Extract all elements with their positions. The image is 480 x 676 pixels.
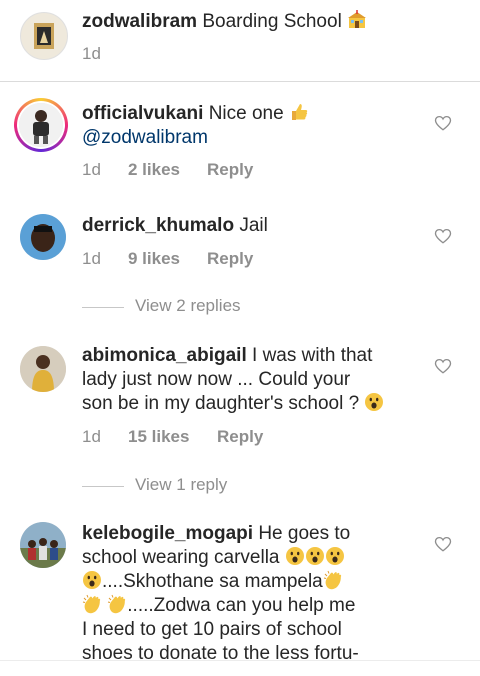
abimonica-abigail-avatar[interactable] (20, 346, 66, 392)
derrick-khumalo-avatar-image (20, 214, 66, 260)
astonished-face-icon (83, 571, 101, 589)
comment-3-likes[interactable]: 15 likes (128, 427, 189, 447)
astonished-face-icon (325, 547, 344, 565)
comment-4-line5: I need to get 10 pairs of school (82, 619, 342, 640)
comment-2-text: derrick_khumalo Jail (82, 214, 268, 238)
comment-4-line2: school wearing carvella (82, 547, 280, 568)
school-emoji-icon (348, 10, 367, 28)
comment-2-username[interactable]: derrick_khumalo (82, 215, 234, 236)
officialvukani-avatar[interactable] (19, 103, 63, 147)
replies-line (82, 307, 124, 308)
heart-icon[interactable] (434, 227, 452, 245)
comment-1-mention[interactable]: @zodwalibram (82, 127, 208, 148)
heart-icon[interactable] (434, 535, 452, 553)
comment-4-line1: He goes to (258, 523, 351, 544)
comment-1-time: 1d (82, 160, 101, 179)
comment-2-time: 1d (82, 249, 101, 268)
view-replies-label[interactable]: View 1 reply (135, 475, 227, 495)
comment-3-reply-button[interactable]: Reply (217, 427, 263, 447)
comment-2-body: Jail (239, 215, 268, 236)
comment-1-text: officialvukani Nice one @zodwalibram (82, 102, 309, 150)
comment-1-username[interactable]: officialvukani (82, 103, 203, 124)
astonished-face-icon (285, 547, 304, 565)
zodwalibram-avatar-image (21, 13, 67, 59)
comment-4-line3: ....Skhothane sa mampela (102, 571, 323, 592)
caption-time: 1d (82, 44, 101, 63)
comment-3-line1: I was with that (252, 345, 373, 366)
astonished-face-icon (305, 547, 324, 565)
replies-line (82, 486, 124, 487)
derrick-khumalo-avatar[interactable] (20, 214, 66, 260)
comment-4-username[interactable]: kelebogile_mogapi (82, 523, 253, 544)
abimonica-abigail-avatar-image (20, 346, 66, 392)
comment-3-username[interactable]: abimonica_abigail (82, 345, 247, 366)
caption-divider (0, 81, 480, 82)
comment-1-reply-button[interactable]: Reply (207, 160, 253, 180)
comment-3-text: abimonica_abigail I was with that lady j… (82, 344, 384, 416)
kelebogile-mogapi-avatar[interactable] (20, 522, 66, 568)
comment-input-bar (0, 661, 480, 676)
comment-1-body: Nice one (208, 103, 284, 124)
officialvukani-avatar-image (19, 103, 63, 147)
clapping-hands-icon (82, 594, 101, 614)
kelebogile-mogapi-avatar-image (20, 522, 66, 568)
thumbs-up-icon (291, 104, 308, 120)
comment-2-reply-button[interactable]: Reply (207, 249, 253, 269)
clapping-hands-icon (108, 594, 126, 614)
caption-avatar[interactable] (20, 12, 68, 60)
caption-username[interactable]: zodwalibram (82, 11, 197, 32)
caption-text: zodwalibram Boarding School (82, 10, 367, 34)
comment-3-time: 1d (82, 427, 101, 446)
clapping-hands-icon (323, 570, 341, 590)
heart-icon[interactable] (434, 114, 452, 132)
comment-1-likes[interactable]: 2 likes (128, 160, 180, 180)
comment-4-text: kelebogile_mogapi He goes to school wear… (82, 522, 359, 666)
astonished-face-icon (365, 393, 384, 411)
comment-3-line3: son be in my daughter's school ? (82, 393, 360, 414)
view-replies-label[interactable]: View 2 replies (135, 296, 241, 316)
comment-4-line4: .....Zodwa can you help me (127, 595, 356, 616)
comment-2-likes[interactable]: 9 likes (128, 249, 180, 269)
caption-body: Boarding School (202, 11, 342, 32)
comment-3-line2: lady just now now ... Could your (82, 369, 351, 390)
heart-icon[interactable] (434, 357, 452, 375)
